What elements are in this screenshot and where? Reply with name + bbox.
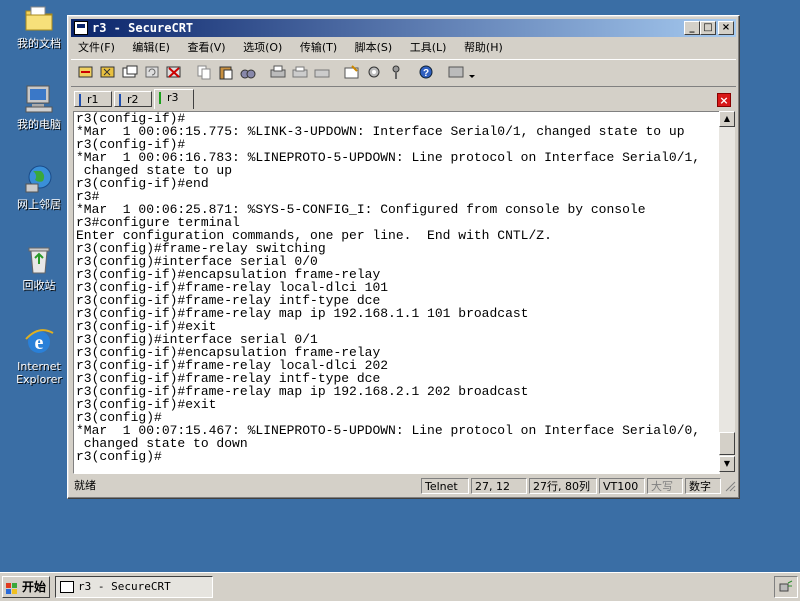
- session-options-icon[interactable]: [343, 64, 361, 80]
- windows-flag-icon: [6, 581, 18, 594]
- session-tabs: r1 r2 r3 ×: [71, 87, 736, 109]
- tab-status-marker: [159, 92, 161, 104]
- global-options-icon[interactable]: [365, 64, 383, 80]
- tab-status-marker: [79, 94, 81, 106]
- tab-r3[interactable]: r3: [154, 89, 194, 109]
- desktop-icon-my-computer[interactable]: 我的电脑: [8, 83, 70, 131]
- menu-script[interactable]: 脚本(S): [348, 38, 400, 57]
- network-globe-icon: [23, 163, 55, 195]
- quick-connect-icon[interactable]: [99, 64, 117, 80]
- connect-in-tab-icon[interactable]: [121, 64, 139, 80]
- desktop-icon-label: 我的文档: [17, 37, 61, 50]
- terminal-area[interactable]: r3(config-if)# *Mar 1 00:06:15.775: %LIN…: [73, 111, 720, 474]
- desktop-icon-label: 我的电脑: [17, 118, 61, 131]
- app-icon[interactable]: [74, 21, 88, 35]
- key-map-icon[interactable]: [387, 64, 405, 80]
- desktop-icon-recycle-bin[interactable]: 回收站: [8, 244, 70, 292]
- start-button[interactable]: 开始: [2, 576, 50, 598]
- status-terminal-size: 27行, 80列: [529, 478, 597, 494]
- folder-icon: [23, 2, 55, 34]
- menu-tools[interactable]: 工具(L): [403, 38, 454, 57]
- taskbar-item-securecrt[interactable]: r3 - SecureCRT: [55, 576, 213, 598]
- menu-view[interactable]: 查看(V): [180, 38, 232, 57]
- desktop-icon-label: Internet: [17, 360, 61, 373]
- print-screen-icon[interactable]: [313, 64, 331, 80]
- print-icon[interactable]: [269, 64, 287, 80]
- status-emulation: VT100: [599, 478, 645, 494]
- maximize-button[interactable]: □: [700, 21, 716, 35]
- keymap-editor-icon[interactable]: [447, 64, 465, 80]
- start-label: 开始: [22, 580, 47, 594]
- menu-edit[interactable]: 编辑(E): [125, 38, 177, 57]
- reconnect-icon[interactable]: [143, 64, 161, 80]
- taskbar-item-label: r3 - SecureCRT: [78, 580, 171, 593]
- find-icon[interactable]: [239, 64, 257, 80]
- system-tray: [774, 576, 798, 598]
- scroll-up-button[interactable]: ▲: [719, 111, 735, 127]
- print-selection-icon[interactable]: [291, 64, 309, 80]
- tab-label: r1: [87, 93, 99, 106]
- toolbar: ?: [71, 59, 736, 87]
- desktop-icon-network[interactable]: 网上邻居: [8, 163, 70, 211]
- window-title: r3 - SecureCRT: [92, 21, 194, 35]
- menu-options[interactable]: 选项(O): [236, 38, 289, 57]
- title-bar[interactable]: r3 - SecureCRT _ □ ×: [71, 19, 736, 37]
- status-caps-lock: 大写: [647, 478, 683, 494]
- securecrt-app-icon: [60, 581, 74, 593]
- close-button[interactable]: ×: [718, 21, 734, 35]
- status-protocol: Telnet: [421, 478, 469, 494]
- tab-label: r2: [127, 93, 139, 106]
- scroll-thumb[interactable]: [719, 432, 735, 455]
- terminal-output: r3(config-if)# *Mar 1 00:06:15.775: %LIN…: [76, 111, 701, 464]
- toolbar-overflow-icon[interactable]: [467, 64, 477, 80]
- minimize-button[interactable]: _: [684, 21, 700, 35]
- menu-help[interactable]: 帮助(H): [457, 38, 510, 57]
- desktop-icon-label: Explorer: [16, 373, 62, 386]
- securecrt-window: r3 - SecureCRT _ □ × 文件(F) 编辑(E) 查看(V) 选…: [67, 15, 740, 499]
- tab-r1[interactable]: r1: [74, 91, 112, 107]
- close-tab-button[interactable]: ×: [717, 93, 731, 107]
- status-cursor-position: 27, 12: [471, 478, 527, 494]
- copy-icon[interactable]: [195, 64, 213, 80]
- desktop-icon-label: 网上邻居: [17, 198, 61, 211]
- tab-r2[interactable]: r2: [114, 91, 152, 107]
- computer-icon: [23, 83, 55, 115]
- status-bar: 就绪 Telnet 27, 12 27行, 80列 VT100 大写 数字: [71, 477, 736, 495]
- desktop-icon-label: 回收站: [22, 279, 56, 292]
- desktop-icon-my-documents[interactable]: 我的文档: [8, 2, 70, 50]
- vertical-scrollbar[interactable]: ▲ ▼: [719, 111, 735, 472]
- tab-label: r3: [167, 91, 179, 104]
- help-icon[interactable]: ?: [417, 64, 435, 80]
- status-num-lock: 数字: [685, 478, 721, 494]
- svg-text:e: e: [35, 332, 44, 354]
- disconnect-icon[interactable]: [165, 64, 183, 80]
- connect-icon[interactable]: [77, 64, 95, 80]
- status-ready: 就绪: [74, 479, 96, 492]
- internet-explorer-icon: e: [23, 325, 55, 357]
- paste-icon[interactable]: [217, 64, 235, 80]
- recycle-bin-icon: [23, 244, 55, 276]
- menu-file[interactable]: 文件(F): [71, 38, 122, 57]
- taskbar: 开始 r3 - SecureCRT: [0, 572, 800, 601]
- svg-text:?: ?: [423, 68, 429, 79]
- menu-bar: 文件(F) 编辑(E) 查看(V) 选项(O) 传输(T) 脚本(S) 工具(L…: [71, 38, 736, 57]
- tab-status-marker: [119, 94, 121, 106]
- scroll-down-button[interactable]: ▼: [719, 456, 735, 472]
- menu-transfer[interactable]: 传输(T): [293, 38, 344, 57]
- network-tray-icon[interactable]: [779, 580, 793, 597]
- resize-grip-icon[interactable]: [724, 480, 736, 492]
- desktop-icon-internet-explorer[interactable]: e Internet Explorer: [8, 325, 70, 386]
